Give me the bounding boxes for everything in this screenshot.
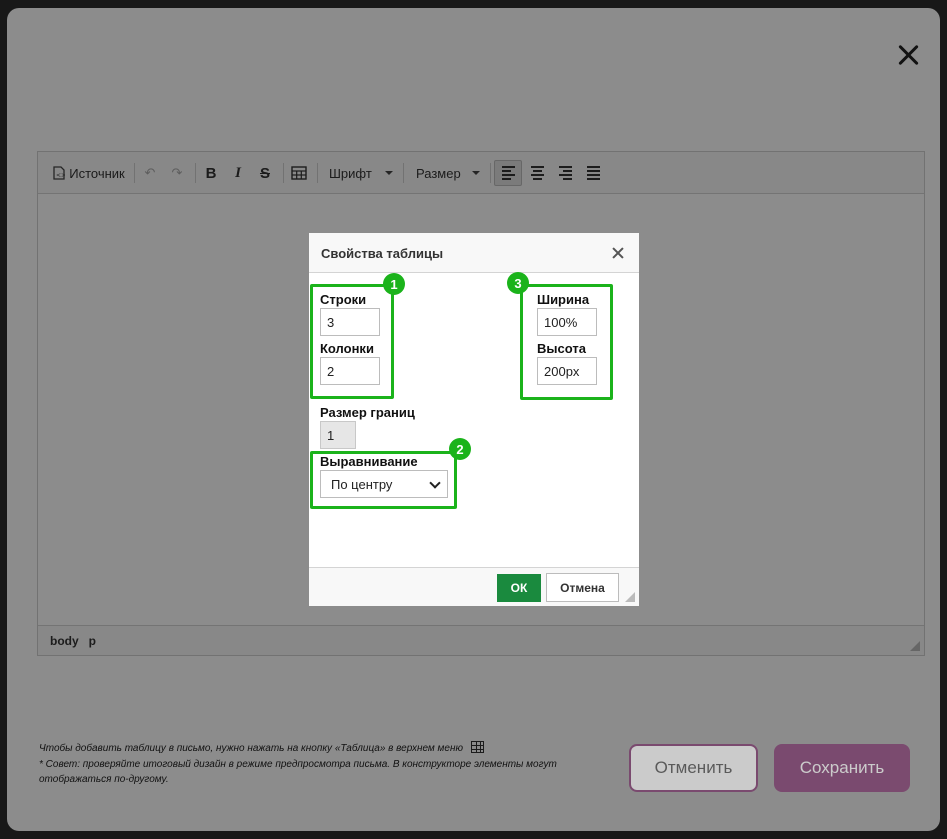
- dialog-cancel-button[interactable]: Отмена: [546, 573, 619, 602]
- dialog-close-icon[interactable]: [611, 246, 625, 260]
- border-size-input[interactable]: [320, 421, 356, 449]
- save-button[interactable]: Сохранить: [774, 744, 910, 792]
- resize-grip-icon[interactable]: [625, 592, 635, 602]
- highlight-box-2: [310, 451, 457, 509]
- badge-2: 2: [449, 438, 471, 460]
- border-size-label: Размер границ: [320, 405, 415, 420]
- ok-button[interactable]: ОК: [497, 574, 541, 602]
- badge-1: 1: [383, 273, 405, 295]
- dialog-title: Свойства таблицы: [321, 246, 444, 261]
- dialog-header: Свойства таблицы: [309, 233, 639, 273]
- badge-3: 3: [507, 272, 529, 294]
- highlight-box-3: [520, 284, 613, 400]
- cancel-button[interactable]: Отменить: [629, 744, 758, 792]
- dialog-footer: ОК Отмена: [309, 567, 639, 606]
- highlight-box-1: [310, 284, 394, 399]
